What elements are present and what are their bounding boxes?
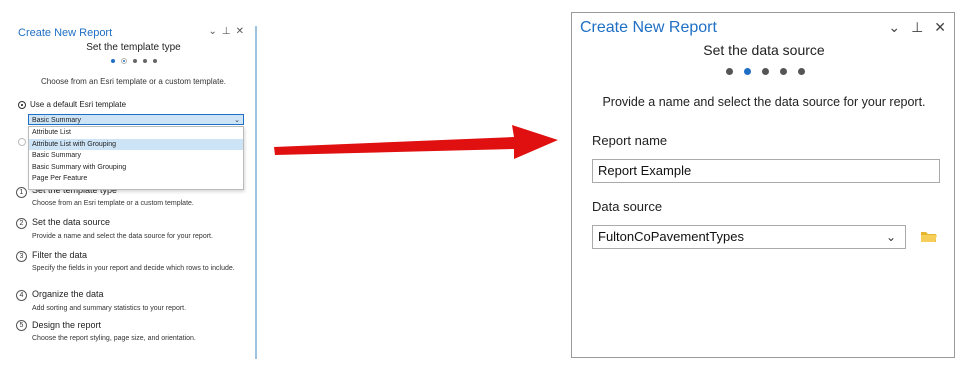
- dropdown-option[interactable]: Attribute List: [29, 127, 243, 139]
- step-dot-4[interactable]: [143, 59, 147, 63]
- data-source-select[interactable]: FultonCoPavementTypes ⌄: [592, 225, 906, 249]
- step-number-2: 2: [16, 218, 27, 229]
- step-desc-2: Provide a name and select the data sourc…: [32, 233, 213, 240]
- step-title-2: Set the data source: [32, 217, 111, 227]
- step-dot-3[interactable]: [762, 68, 769, 75]
- dropdown-option[interactable]: Page Per Feature: [29, 173, 243, 185]
- default-template-radio[interactable]: [18, 101, 26, 109]
- step-desc-5: Choose the report styling, page size, an…: [32, 335, 196, 342]
- step-description: Choose from an Esri template or a custom…: [41, 77, 226, 86]
- pin-icon[interactable]: ⊥: [222, 26, 236, 37]
- folder-icon[interactable]: [920, 230, 938, 244]
- step-heading: Set the data source: [703, 42, 825, 58]
- template-select-value: Basic Summary: [32, 117, 82, 124]
- create-report-pane-large: Create New Report ⌄ ⊥ ✕ Set the data sou…: [571, 12, 955, 358]
- chevron-down-icon[interactable]: ⌄: [209, 26, 222, 37]
- step-heading: Set the template type: [86, 42, 181, 53]
- custom-template-radio[interactable]: [18, 138, 26, 146]
- step-description: Provide a name and select the data sourc…: [602, 95, 926, 109]
- step-number-4: 4: [16, 290, 27, 301]
- pane-title: Create New Report: [580, 19, 717, 36]
- create-report-pane-small: Create New Report ⌄⊥✕ Set the template t…: [12, 26, 257, 359]
- step-number-5: 5: [16, 320, 27, 331]
- data-source-value: FultonCoPavementTypes: [598, 229, 744, 244]
- step-dot-5[interactable]: [153, 59, 157, 63]
- step-title-3: Filter the data: [32, 250, 88, 260]
- step-dot-2[interactable]: [744, 68, 751, 75]
- step-progress-dots: [726, 68, 805, 75]
- step-title-5: Design the report: [32, 320, 102, 330]
- chevron-down-icon: ⌄: [885, 230, 896, 244]
- chevron-down-icon[interactable]: ⌄: [888, 19, 900, 36]
- step-dot-5[interactable]: [798, 68, 805, 75]
- step-desc-4: Add sorting and summary statistics to yo…: [32, 305, 187, 312]
- data-source-label: Data source: [592, 199, 663, 214]
- pane-controls: ⌄⊥✕: [209, 26, 250, 37]
- chevron-down-icon: ⌄: [234, 117, 240, 124]
- default-template-label: Use a default Esri template: [30, 100, 127, 109]
- step-dot-3[interactable]: [133, 59, 137, 63]
- step-progress-dots: [111, 58, 157, 64]
- close-icon[interactable]: ✕: [934, 19, 946, 36]
- dropdown-option[interactable]: Basic Summary: [29, 150, 243, 162]
- step-dot-2[interactable]: [121, 58, 127, 64]
- template-dropdown-list: Attribute List Attribute List with Group…: [28, 126, 244, 190]
- pane-controls: ⌄ ⊥ ✕: [888, 19, 946, 36]
- step-dot-1[interactable]: [726, 68, 733, 75]
- step-desc-3: Specify the fields in your report and de…: [32, 265, 235, 272]
- report-name-label: Report name: [592, 133, 668, 148]
- step-number-1: 1: [16, 187, 27, 198]
- step-number-3: 3: [16, 251, 27, 262]
- pin-icon[interactable]: ⊥: [911, 19, 923, 36]
- report-name-input[interactable]: Report Example: [592, 159, 940, 183]
- close-icon[interactable]: ✕: [236, 26, 249, 37]
- pane-title: Create New Report: [18, 27, 113, 39]
- dropdown-option[interactable]: Attribute List with Grouping: [29, 138, 243, 150]
- step-desc-1: Choose from an Esri template or a custom…: [32, 200, 194, 207]
- step-title-4: Organize the data: [32, 289, 104, 299]
- arrow-right-icon: [274, 125, 558, 159]
- dropdown-option[interactable]: Basic Summary with Grouping: [29, 162, 243, 174]
- step-dot-1[interactable]: [111, 59, 115, 63]
- step-dot-4[interactable]: [780, 68, 787, 75]
- template-select[interactable]: Basic Summary ⌄: [28, 114, 244, 125]
